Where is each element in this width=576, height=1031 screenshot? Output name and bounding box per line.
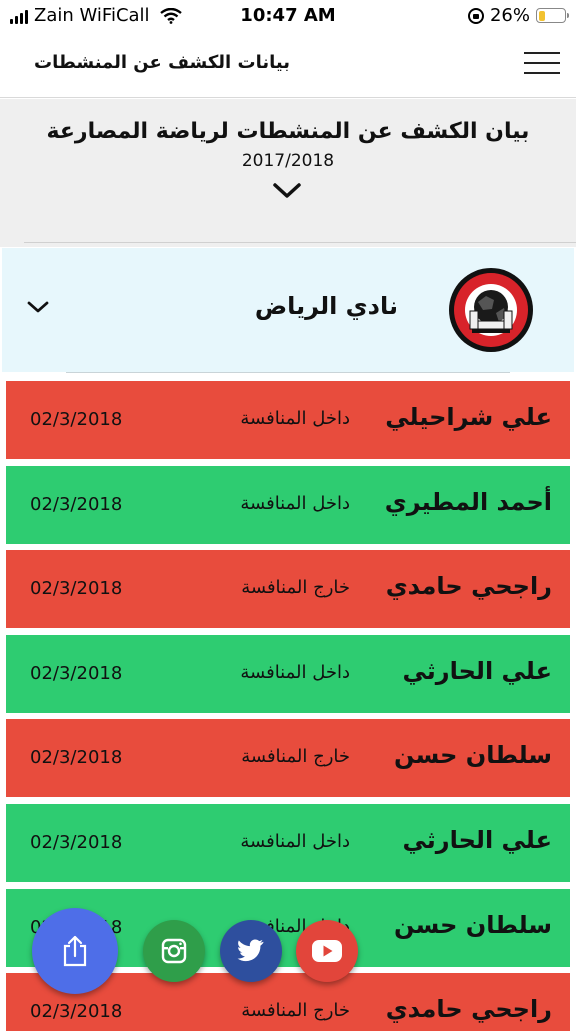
page-title: بيانات الكشف عن المنشطات	[34, 52, 290, 73]
athlete-name: راجحي حامدي	[385, 995, 552, 1024]
athlete-name: سلطان حسن	[394, 741, 552, 770]
instagram-icon	[161, 938, 187, 964]
battery-icon	[536, 8, 569, 23]
test-status: خارج المنافسة	[241, 577, 350, 599]
test-status: خارج المنافسة	[241, 746, 350, 768]
instagram-button[interactable]	[143, 920, 205, 982]
athlete-name: راجحي حامدي	[385, 572, 552, 601]
club-card[interactable]: نادي الرياض	[2, 248, 574, 372]
athlete-name: أحمد المطيري	[384, 487, 552, 516]
battery-level	[538, 10, 545, 21]
test-date: 02/3/2018	[30, 409, 123, 430]
athlete-name: سلطان حسن	[394, 910, 552, 939]
menu-icon[interactable]	[524, 50, 560, 76]
youtube-icon	[312, 940, 342, 962]
nav-header: بيانات الكشف عن المنشطات	[0, 34, 576, 98]
list-item[interactable]: علي شراحيلي داخل المنافسة 02/3/2018	[6, 381, 570, 459]
header-divider	[24, 242, 576, 243]
report-header: بيان الكشف عن المنشطات لرياضة المصارعة 2…	[0, 99, 576, 247]
test-date: 02/3/2018	[30, 1001, 123, 1023]
chevron-down-icon[interactable]	[271, 179, 303, 203]
test-date: 02/3/2018	[30, 578, 123, 600]
test-status: داخل المنافسة	[240, 661, 350, 683]
report-year: 2017/2018	[241, 151, 335, 171]
athlete-name: علي الحارثي	[402, 656, 552, 685]
test-date: 02/3/2018	[30, 831, 123, 853]
test-date: 02/3/2018	[30, 747, 123, 769]
test-date: 02/3/2018	[30, 493, 123, 515]
rotation-lock-icon	[467, 7, 484, 24]
chevron-down-icon[interactable]	[26, 298, 50, 316]
club-logo	[449, 268, 533, 352]
status-bar: Zain WiFiCall 10:47 AM 26%	[0, 0, 576, 34]
share-button[interactable]	[32, 908, 118, 994]
test-status: داخل المنافسة	[240, 408, 350, 429]
test-status: داخل المنافسة	[240, 830, 350, 852]
athlete-name: علي الحارثي	[402, 825, 552, 854]
club-name: نادي الرياض	[254, 292, 398, 320]
card-divider	[66, 372, 510, 373]
test-date: 02/3/2018	[30, 662, 123, 684]
twitter-icon	[237, 939, 264, 962]
twitter-button[interactable]	[220, 920, 282, 982]
list-item[interactable]: سلطان حسن خارج المنافسة 02/3/2018	[6, 719, 570, 798]
status-right: 26%	[467, 5, 569, 26]
app-screen: Zain WiFiCall 10:47 AM 26% بيانات الكشف …	[0, 0, 576, 1031]
athlete-name: علي شراحيلي	[385, 403, 552, 431]
list-item[interactable]: أحمد المطيري داخل المنافسة 02/3/2018	[6, 465, 570, 544]
list-item[interactable]: علي الحارثي داخل المنافسة 02/3/2018	[6, 634, 570, 713]
test-status: داخل المنافسة	[240, 492, 350, 514]
share-icon	[63, 935, 87, 967]
test-status: خارج المنافسة	[241, 1000, 350, 1022]
list-item[interactable]: علي الحارثي داخل المنافسة 02/3/2018	[6, 803, 570, 882]
youtube-button[interactable]	[296, 920, 358, 982]
report-title: بيان الكشف عن المنشطات لرياضة المصارعة	[46, 119, 530, 144]
list-item[interactable]: راجحي حامدي خارج المنافسة 02/3/2018	[6, 550, 570, 629]
battery-percent: 26%	[489, 5, 530, 26]
